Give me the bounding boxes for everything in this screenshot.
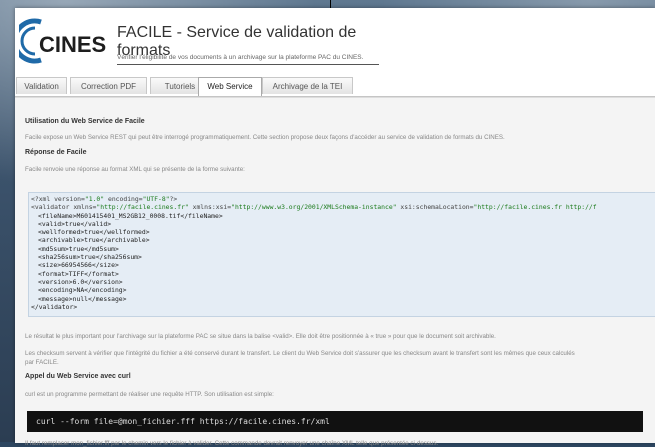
heading-response: Réponse de Facile <box>25 149 87 156</box>
tab-archivage-tei[interactable]: Archivage de la TEI <box>262 77 353 94</box>
paragraph-intro: Facile expose un Web Service REST qui pe… <box>25 134 505 141</box>
logo-text: CINES <box>39 32 106 57</box>
paragraph-valid-tag: Le résultat le plus important pour l'arc… <box>25 333 496 340</box>
xml-root-loc: "http://facile.cines.fr http://f <box>473 203 597 212</box>
paragraph-curl: curl est un programme permettant de réal… <box>25 391 274 398</box>
xml-line: <sha256sum>true</sha256sum> <box>38 253 142 262</box>
tab-correction-pdf[interactable]: Correction PDF <box>70 77 147 94</box>
heading-usage: Utilisation du Web Service de Facile <box>25 118 145 125</box>
xml-line: <message>null</message> <box>38 294 127 303</box>
xml-root-xsi-attr: xmlns:xsi= <box>188 203 232 212</box>
xml-root-close: </validator> <box>31 302 78 311</box>
xml-decl-version: "1.0" <box>84 195 105 203</box>
xml-line: <size>66954566</size> <box>38 261 119 270</box>
content-panel: Utilisation du Web Service de Facile Fac… <box>15 97 655 447</box>
tab-web-service[interactable]: Web Service <box>198 77 262 96</box>
xml-root-open: <validator xmlns="http://facile.cines.fr… <box>31 203 655 211</box>
site-subtitle: Vérifier l'éligibilité de vos documents … <box>117 54 364 61</box>
xml-root-tag: <validator xmlns= <box>31 203 97 212</box>
tab-validation[interactable]: Validation <box>16 77 67 94</box>
xml-decl-encoding: "UTF-8" <box>142 195 170 203</box>
cines-logo: CINES <box>12 14 109 66</box>
xml-decl-open: <?xml version= <box>31 195 85 203</box>
paragraph-checksum-1: Les checksum servent à vérifier que l'in… <box>25 350 575 357</box>
xml-decl-close: ?> <box>169 195 178 203</box>
paragraph-response: Facile renvoie une réponse au format XML… <box>25 166 245 173</box>
paragraph-checksum-2: par FACILE. <box>25 359 59 366</box>
xml-decl-encoding-attr: encoding= <box>104 195 143 203</box>
xml-line: <md5sum>true</md5sum> <box>38 244 119 253</box>
xml-line: <format>TIFF</format> <box>38 269 119 278</box>
xml-code-block: <?xml version="1.0" encoding="UTF-8"?> <… <box>28 192 655 317</box>
xml-line: <fileName>M601415401_MS2GB12_0008.tif</f… <box>38 211 223 220</box>
xml-line: <valid>true</valid> <box>38 219 112 228</box>
xml-root-xmlns: "http://facile.cines.fr" <box>96 203 189 212</box>
xml-line: <archivable>true</archivable> <box>38 236 150 245</box>
header: CINES FACILE - Service de validation de … <box>12 8 655 76</box>
tab-bar: Validation Correction PDF Tutoriels Web … <box>15 77 655 97</box>
heading-curl: Appel du Web Service avec curl <box>25 373 131 380</box>
xml-line: <version>6.0</version> <box>38 277 123 286</box>
xml-root-loc-attr: xsi:schemaLocation= <box>396 203 474 212</box>
xml-line: <wellformed>true</wellformed> <box>38 228 150 237</box>
xml-line: <encoding>NA</encoding> <box>38 286 127 295</box>
curl-command-block[interactable]: curl --form file=@mon_fichier.fff https:… <box>27 411 643 432</box>
mouse-cursor <box>330 0 331 8</box>
main-page: CINES FACILE - Service de validation de … <box>12 8 655 447</box>
xml-declaration: <?xml version="1.0" encoding="UTF-8"?> <box>31 195 655 203</box>
paragraph-replace: Il faut remplacer mon_fichier.fff par le… <box>25 440 439 447</box>
xml-root-xsi: "http://www.w3.org/2001/XMLSchema-instan… <box>231 203 397 212</box>
